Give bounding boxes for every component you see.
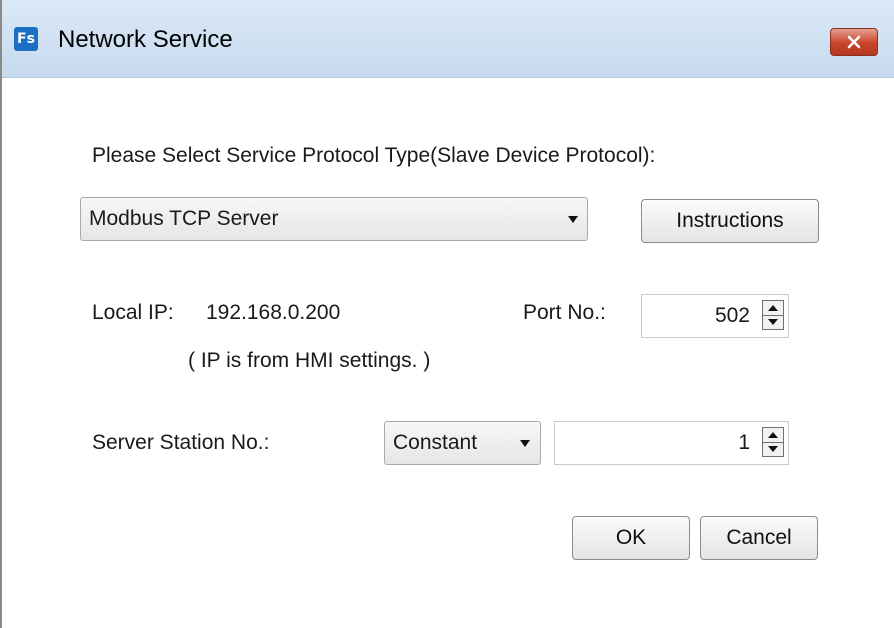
station-label: Server Station No.: [92, 431, 270, 454]
app-icon: Fs [14, 27, 38, 51]
ok-button[interactable]: OK [572, 516, 690, 560]
title-bar: Fs Network Service [2, 0, 894, 78]
arrow-down-icon[interactable] [763, 442, 783, 456]
station-number-field[interactable]: 1 [554, 421, 789, 465]
local-ip-label: Local IP: [92, 301, 174, 324]
protocol-select[interactable]: Modbus TCP Server [80, 197, 588, 241]
chevron-down-icon [520, 440, 530, 447]
protocol-selected-value: Modbus TCP Server [89, 207, 279, 230]
window-title: Network Service [58, 26, 233, 53]
arrow-down-icon[interactable] [763, 315, 783, 329]
port-label: Port No.: [523, 301, 606, 324]
close-button[interactable] [830, 28, 878, 56]
port-number-value: 502 [714, 304, 750, 327]
arrow-up-icon[interactable] [763, 301, 783, 316]
station-spinner[interactable] [762, 427, 784, 457]
chevron-down-icon [568, 216, 578, 223]
arrow-up-icon[interactable] [763, 428, 783, 443]
cancel-button[interactable]: Cancel [700, 516, 818, 560]
protocol-prompt: Please Select Service Protocol Type(Slav… [92, 144, 656, 167]
local-ip-value: 192.168.0.200 [206, 301, 341, 324]
station-number-value: 1 [738, 431, 750, 454]
port-spinner[interactable] [762, 300, 784, 330]
instructions-button[interactable]: Instructions [641, 199, 819, 243]
ip-source-note: ( IP is from HMI settings. ) [188, 349, 431, 372]
close-icon [847, 35, 861, 49]
station-mode-value: Constant [393, 431, 478, 454]
network-service-dialog: Fs Network Service Please Select Service… [0, 0, 894, 628]
port-number-field[interactable]: 502 [641, 294, 789, 338]
station-mode-select[interactable]: Constant [384, 421, 541, 465]
